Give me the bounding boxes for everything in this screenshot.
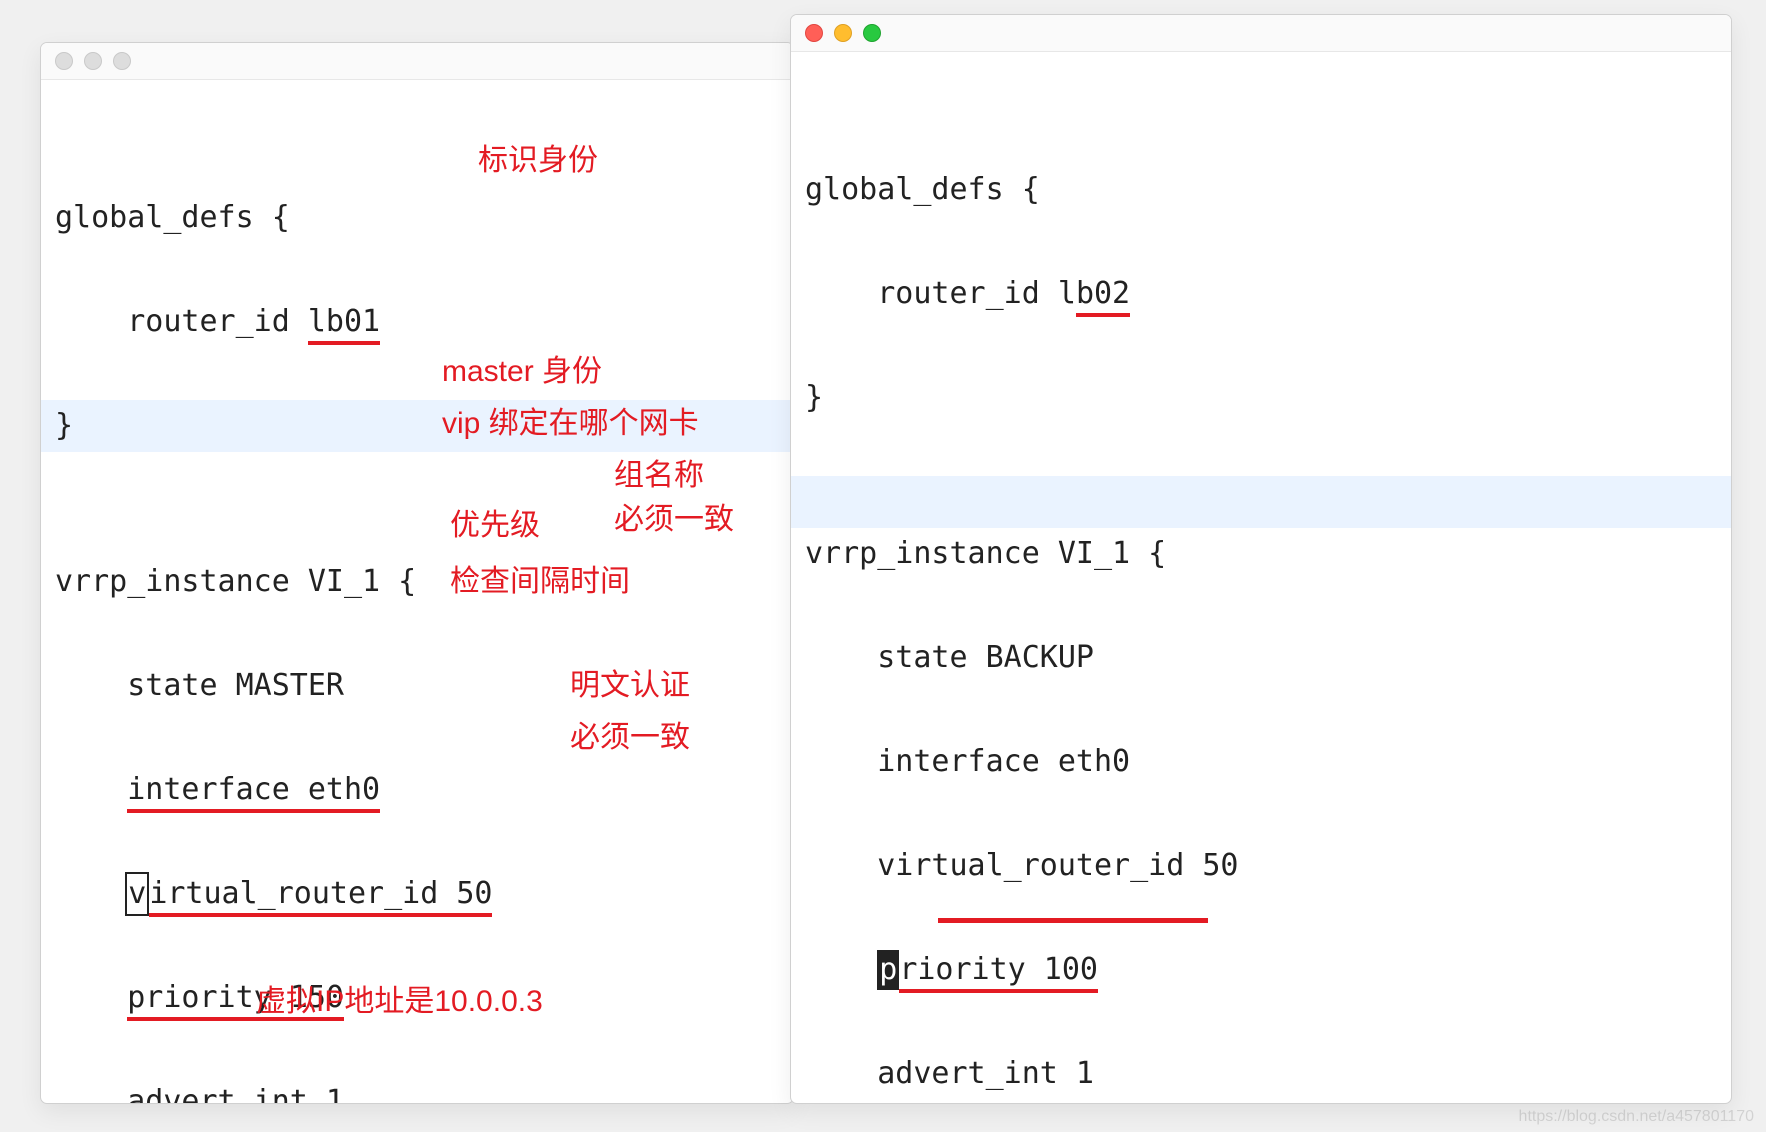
current-line-highlight	[791, 476, 1731, 528]
code-line: advert_int 1	[55, 1076, 793, 1104]
code-line: interface eth0	[55, 764, 793, 816]
code-line: global_defs {	[805, 164, 1731, 216]
text	[55, 1084, 127, 1104]
code-line: vrrp_instance VI_1 {	[805, 528, 1731, 580]
text	[55, 772, 127, 807]
minimize-icon[interactable]	[84, 52, 102, 70]
editor-right[interactable]: global_defs { router_id lb02 } vrrp_inst…	[791, 52, 1731, 1104]
code-line: advert_int 1	[805, 1048, 1731, 1100]
close-icon[interactable]	[805, 24, 823, 42]
underlined-text: interface eth0	[127, 772, 380, 813]
cursor: p	[877, 950, 899, 990]
editor-left[interactable]: global_defs { router_id lb01 } vrrp_inst…	[41, 80, 793, 1104]
code-line: priority 100	[805, 944, 1731, 996]
underlined-text: lb01	[308, 304, 380, 345]
titlebar-left[interactable]	[41, 43, 793, 80]
annotation-priority: 优先级	[450, 500, 540, 544]
annotation-identity: 标识身份	[478, 135, 598, 179]
underline-ip-right	[938, 918, 1208, 923]
watermark: https://blog.csdn.net/a457801170	[1519, 1108, 1754, 1126]
annotation-vip-nic: vip 绑定在哪个网卡	[442, 398, 699, 442]
code-line: interface eth0	[805, 736, 1731, 788]
text: router_id	[55, 304, 308, 339]
text	[805, 952, 877, 987]
text	[55, 980, 127, 1015]
text: router_id l	[805, 276, 1076, 311]
underlined-text: b02	[1076, 276, 1130, 317]
annotation-virtual-ip: 虚拟IP地址是10.0.0.3	[256, 976, 543, 1020]
editor-window-right: global_defs { router_id lb02 } vrrp_inst…	[790, 14, 1732, 1104]
annotation-must-match-2: 必须一致	[570, 712, 690, 756]
code-line: state BACKUP	[805, 632, 1731, 684]
zoom-icon[interactable]	[863, 24, 881, 42]
editor-window-left: global_defs { router_id lb01 } vrrp_inst…	[40, 42, 794, 1104]
code-line: router_id lb02	[805, 268, 1731, 320]
underlined-text: advert_int 1	[127, 1084, 344, 1104]
minimize-icon[interactable]	[834, 24, 852, 42]
underlined-text: irtual_router_id 50	[149, 876, 492, 917]
text	[55, 876, 127, 911]
cursor: v	[125, 872, 149, 916]
annotation-group-name: 组名称	[614, 450, 704, 494]
annotation-must-match: 必须一致	[614, 494, 734, 538]
close-icon[interactable]	[55, 52, 73, 70]
annotation-interval: 检查间隔时间	[450, 556, 630, 600]
zoom-icon[interactable]	[113, 52, 131, 70]
code-line: virtual_router_id 50	[805, 840, 1731, 892]
annotation-master: master 身份	[442, 346, 602, 390]
code-line: virtual_router_id 50	[55, 868, 793, 920]
underlined-text: riority 100	[899, 952, 1098, 993]
code-line: global_defs {	[55, 192, 793, 244]
annotation-plain-auth: 明文认证	[570, 660, 690, 704]
code-line: }	[805, 372, 1731, 424]
code-line: vrrp_instance VI_1 {	[55, 556, 793, 608]
titlebar-right[interactable]	[791, 15, 1731, 52]
code-line: router_id lb01	[55, 296, 793, 348]
